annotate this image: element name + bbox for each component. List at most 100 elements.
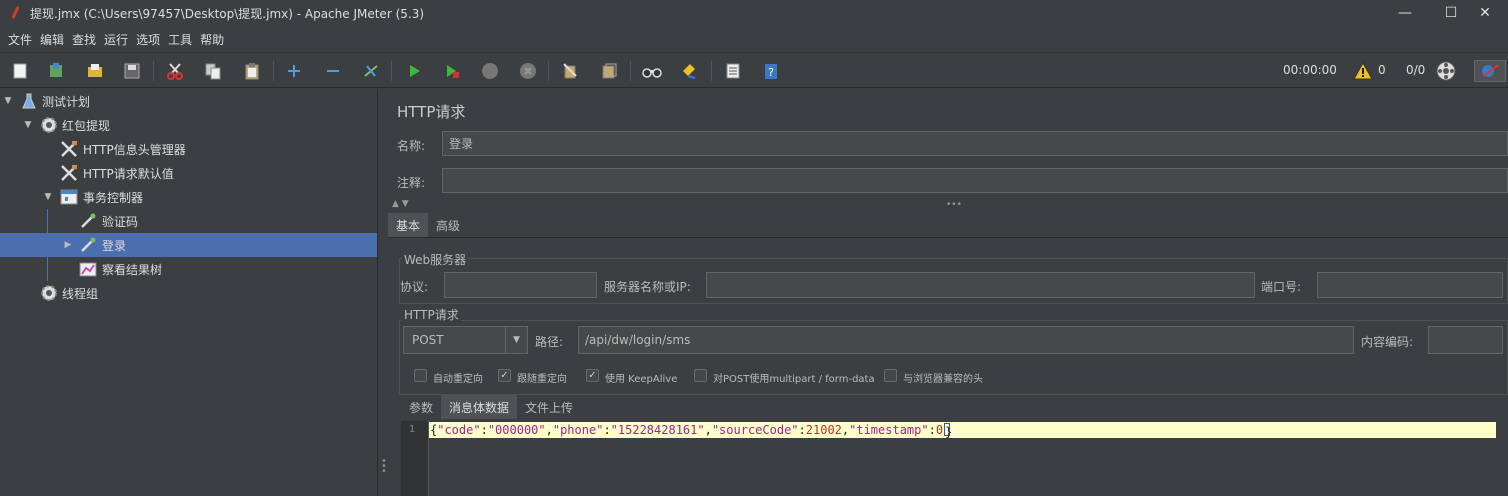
auto-redirect-checkbox[interactable] [414, 369, 427, 382]
tree-item-result-tree[interactable]: 察看结果树 [0, 257, 377, 281]
start-no-pause-icon[interactable] [441, 60, 463, 82]
tree-item-test-plan[interactable]: ▼ 测试计划 [0, 89, 377, 113]
comment-label: 注释: [397, 176, 426, 190]
menu-options[interactable]: 选项 [132, 31, 164, 48]
sampler-pipette-icon [79, 212, 97, 230]
chevron-right-icon[interactable]: ▶ [63, 240, 73, 250]
reset-search-icon[interactable] [679, 60, 701, 82]
tree-item-thread-group[interactable]: ▼ 红包提现 [0, 113, 377, 137]
browser-headers-checkbox[interactable] [884, 369, 897, 382]
tab-divider [388, 237, 1508, 238]
chevron-down-icon[interactable]: ▼ [43, 192, 53, 202]
menu-run[interactable]: 运行 [100, 31, 132, 48]
tab-advanced[interactable]: 高级 [428, 213, 468, 237]
search-icon[interactable] [641, 60, 663, 82]
method-value: POST [412, 333, 444, 347]
toolbar-separator [153, 61, 154, 81]
path-field[interactable]: /api/dw/login/sms [578, 326, 1354, 354]
expand-icon[interactable] [283, 60, 305, 82]
minimize-button[interactable]: — [1382, 0, 1428, 26]
tree-item-request-defaults[interactable]: HTTP请求默认值 [0, 161, 377, 185]
name-label: 名称: [397, 139, 426, 153]
shutdown-icon[interactable] [517, 60, 539, 82]
paste-icon[interactable] [241, 60, 263, 82]
test-plan-tree: ▼ 测试计划 ▼ 红包提现 HTTP信息头管理器 HTTP请求默认值 ▼ 事务控… [0, 89, 378, 496]
server-field[interactable] [706, 272, 1255, 298]
menu-edit[interactable]: 编辑 [36, 31, 68, 48]
tree-item-label: HTTP请求默认值 [83, 166, 174, 181]
tree-item-label: 察看结果树 [102, 262, 163, 277]
chevron-down-icon[interactable]: ▼ [23, 120, 33, 130]
tab-body-data[interactable]: 消息体数据 [441, 395, 518, 419]
menu-file[interactable]: 文件 [4, 31, 36, 48]
tree-item-header-manager[interactable]: HTTP信息头管理器 [0, 137, 377, 161]
copy-icon[interactable] [202, 60, 224, 82]
tree-item-transaction-controller[interactable]: ▼ 事务控制器 [0, 185, 377, 209]
protocol-field[interactable] [444, 272, 597, 298]
active-threads: 0/0 [1406, 63, 1426, 77]
templates-icon[interactable] [45, 60, 67, 82]
port-label: 端口号: [1261, 280, 1302, 294]
stop-icon[interactable] [479, 60, 501, 82]
json-key: "phone" [552, 423, 604, 437]
encoding-field[interactable] [1428, 326, 1503, 354]
http-request-title: HTTP请求 [402, 306, 461, 323]
tree-item-label: HTTP信息头管理器 [83, 142, 186, 157]
multipart-label: 对POST使用multipart / form-data [713, 374, 875, 385]
function-helper-icon[interactable] [722, 60, 744, 82]
save-icon[interactable] [121, 60, 143, 82]
tab-file-upload[interactable]: 文件上传 [517, 395, 581, 419]
tree-item-thread-group-2[interactable]: 线程组 [0, 281, 377, 305]
log-viewer-icon[interactable] [1474, 60, 1506, 82]
toolbar-separator [711, 61, 712, 81]
chevron-down-icon[interactable]: ▼ [3, 96, 13, 106]
body-data-editor[interactable]: 1 {"code":"000000","phone":"15228428161"… [401, 421, 1506, 496]
menu-tools[interactable]: 工具 [164, 31, 196, 48]
method-select[interactable]: POST ▼ [403, 326, 528, 354]
clear-all-icon[interactable] [598, 60, 620, 82]
help-icon[interactable]: ? [760, 60, 782, 82]
tree-item-label: 红包提现 [62, 118, 111, 133]
page-title: HTTP请求 [397, 103, 466, 121]
tab-parameters[interactable]: 参数 [401, 395, 441, 419]
line-number: 1 [409, 424, 416, 435]
keepalive-checkbox[interactable]: ✓ [586, 369, 599, 382]
test-plan-icon [20, 92, 38, 110]
json-colon: : [798, 423, 806, 437]
collapse-icon[interactable] [322, 60, 344, 82]
tree-item-captcha[interactable]: 验证码 [0, 209, 377, 233]
follow-redirect-checkbox[interactable]: ✓ [498, 369, 511, 382]
thread-group-gear-icon [40, 116, 58, 134]
warning-icon[interactable] [1352, 60, 1374, 82]
json-colon: : [928, 423, 936, 437]
remote-status-icon[interactable] [1435, 60, 1457, 82]
keepalive-label: 使用 KeepAlive [605, 374, 678, 385]
json-comma: , [704, 423, 712, 437]
menu-help[interactable]: 帮助 [196, 31, 228, 48]
open-icon[interactable] [84, 60, 106, 82]
start-icon[interactable] [403, 60, 425, 82]
vertical-splitter[interactable]: • • • [378, 89, 388, 496]
toggle-icon[interactable] [360, 60, 382, 82]
chevron-down-icon[interactable]: ▼ [505, 327, 527, 353]
tab-basic[interactable]: 基本 [388, 213, 429, 237]
name-field[interactable]: 登录 [442, 131, 1508, 156]
tree-item-label: 线程组 [62, 286, 99, 301]
port-field[interactable] [1317, 272, 1503, 298]
code-line[interactable]: {"code":"000000","phone":"15228428161","… [429, 422, 1496, 439]
collapse-arrows-icon[interactable]: ▲ ▼ [392, 199, 409, 209]
tree-item-login[interactable]: ▶ 登录 [0, 233, 377, 257]
window-title: 提现.jmx (C:\Users\97457\Desktop\提现.jmx) -… [30, 6, 425, 21]
menu-search[interactable]: 查找 [68, 31, 100, 48]
close-button[interactable]: ✕ [1462, 0, 1508, 26]
toolbar-separator [548, 61, 549, 81]
cut-icon[interactable] [164, 60, 186, 82]
new-icon[interactable] [9, 60, 31, 82]
clear-icon[interactable] [559, 60, 581, 82]
comment-field[interactable] [442, 168, 1508, 193]
path-label: 路径: [535, 335, 564, 349]
json-colon: : [480, 423, 488, 437]
splitter-grip-icon[interactable]: • • • [381, 457, 387, 477]
resize-grip-icon[interactable]: ••• [946, 200, 962, 210]
multipart-checkbox[interactable] [694, 369, 707, 382]
